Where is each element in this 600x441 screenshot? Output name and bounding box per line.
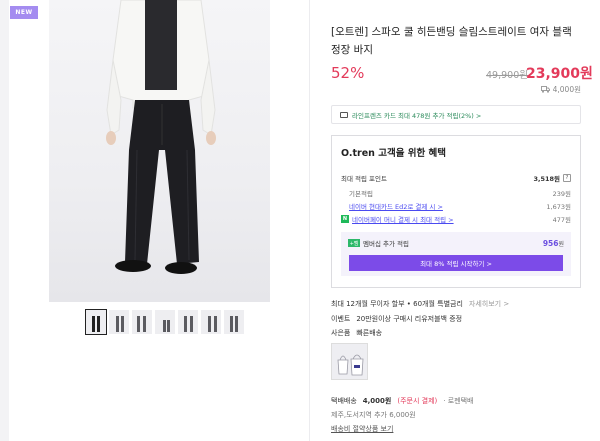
- shipping-key: 택배배송: [331, 397, 357, 405]
- membership-icon: +멤: [348, 239, 360, 247]
- gift-key: 사은품: [331, 329, 351, 337]
- benefit-row-card: 네이버 현대카드 Ed2로 결제 시 > 1,673원: [341, 201, 571, 211]
- benefit-title: O.tren 고객을 위한 혜택: [341, 148, 447, 159]
- card-pay-value: 1,673원: [546, 203, 571, 211]
- shipping-carrier: · 로젠택배: [443, 397, 474, 405]
- gift-row: 사은품 빠른배송: [331, 328, 382, 338]
- card-pay-link[interactable]: 네이버 현대카드 Ed2로 결제 시 >: [341, 201, 443, 211]
- thumbnail-1[interactable]: [85, 309, 107, 335]
- model-illustration: [106, 0, 216, 274]
- gift-value: 빠른배송: [356, 329, 383, 337]
- installment-row: 최대 12개월 무이자 할부 • 60개월 특별금리 자세히보기 >: [331, 299, 509, 309]
- event-value: 20만원이상 구매시 리유저블백 증정: [356, 315, 463, 323]
- membership-label-wrap: +멤 멤버십 추가 적립: [348, 238, 409, 248]
- shipping-fee: 4,000원: [552, 85, 581, 94]
- benefit-box: O.tren 고객을 위한 혜택 최대 적립 포인트 3,518원 ? 기본적립…: [331, 135, 581, 288]
- column-divider: [309, 0, 310, 441]
- main-product-image[interactable]: [49, 0, 270, 302]
- shipping-block: 택배배송 4,000원 (주문시 결제) · 로젠택배 제주,도서지역 추가 6…: [331, 396, 473, 434]
- card-banner[interactable]: 라인프렌즈 카드 최대 478원 추가 적립(2%) >: [331, 105, 581, 124]
- membership-value: 956: [542, 238, 559, 248]
- max-points-value: 3,518원: [533, 175, 560, 183]
- membership-start-button[interactable]: 최대 8% 적립 시작하기 >: [349, 255, 563, 271]
- basic-value: 239원: [552, 190, 571, 198]
- sale-price: 23,900원: [526, 66, 593, 82]
- max-points-row: 최대 적립 포인트 3,518원 ?: [341, 173, 571, 183]
- membership-label: 멤버십 추가 적립: [363, 240, 409, 248]
- npay-link[interactable]: 네이버페이 머니 결제 시 최대 적립 >: [352, 214, 454, 224]
- card-icon: [340, 111, 348, 118]
- membership-row: +멤 멤버십 추가 적립 956원: [348, 238, 564, 248]
- shipping-fee-row: 4,000원: [540, 84, 581, 95]
- benefit-row-basic: 기본적립 239원: [341, 188, 571, 198]
- event-key: 이벤트: [331, 315, 351, 323]
- shipping-line: 택배배송 4,000원 (주문시 결제) · 로젠택배: [331, 396, 473, 406]
- shipping-extra: 제주,도서지역 추가 6,000원: [331, 411, 416, 419]
- bag-icon: [337, 354, 364, 376]
- new-badge: NEW: [10, 6, 38, 19]
- shipping-saver-link[interactable]: 배송비 절약상품 보기: [331, 424, 473, 434]
- help-icon[interactable]: ?: [563, 174, 571, 182]
- shipping-fee-value: 4,000원: [362, 397, 392, 405]
- product-title: [오트렌] 스파오 쿨 히든밴딩 슬림스트레이트 여자 블랙 정장 바지: [331, 26, 572, 56]
- thumbnail-7[interactable]: [224, 310, 244, 334]
- left-gutter: [0, 0, 9, 441]
- npay-value: 477원: [552, 216, 571, 224]
- max-points-label: 최대 적립 포인트: [341, 175, 387, 183]
- gift-thumbnail[interactable]: [331, 343, 368, 380]
- shipping-fee-note: (주문시 결제): [397, 397, 438, 405]
- thumbnail-4[interactable]: [155, 310, 175, 334]
- membership-unit: 원: [558, 240, 564, 248]
- installment-text: 최대 12개월 무이자 할부 • 60개월 특별금리: [331, 300, 463, 308]
- benefit-row-npay: N 네이버페이 머니 결제 시 최대 적립 > 477원: [341, 214, 571, 224]
- original-price: 49,900원: [486, 70, 528, 81]
- npay-wrap: N 네이버페이 머니 결제 시 최대 적립 >: [341, 214, 454, 224]
- thumbnail-3[interactable]: [132, 310, 152, 334]
- max-points-value-wrap: 3,518원 ?: [533, 173, 571, 183]
- thumbnail-2[interactable]: [109, 310, 129, 334]
- thumbnail-5[interactable]: [178, 310, 198, 334]
- truck-icon: [540, 86, 550, 93]
- card-banner-text: 라인프렌즈 카드 최대 478원 추가 적립(2%) >: [352, 111, 482, 120]
- membership-box: +멤 멤버십 추가 적립 956원 최대 8% 적립 시작하기 >: [341, 232, 571, 276]
- installment-link[interactable]: 자세히보기 >: [469, 299, 509, 309]
- basic-label: 기본적립: [349, 190, 373, 198]
- discount-rate: 52%: [331, 64, 365, 82]
- membership-value-wrap: 956원: [543, 239, 564, 248]
- thumbnail-strip: [85, 309, 244, 335]
- event-row: 이벤트 20만원이상 구매시 리유저블백 증정: [331, 314, 462, 324]
- naverpay-icon: N: [341, 215, 349, 223]
- thumbnail-6[interactable]: [201, 310, 221, 334]
